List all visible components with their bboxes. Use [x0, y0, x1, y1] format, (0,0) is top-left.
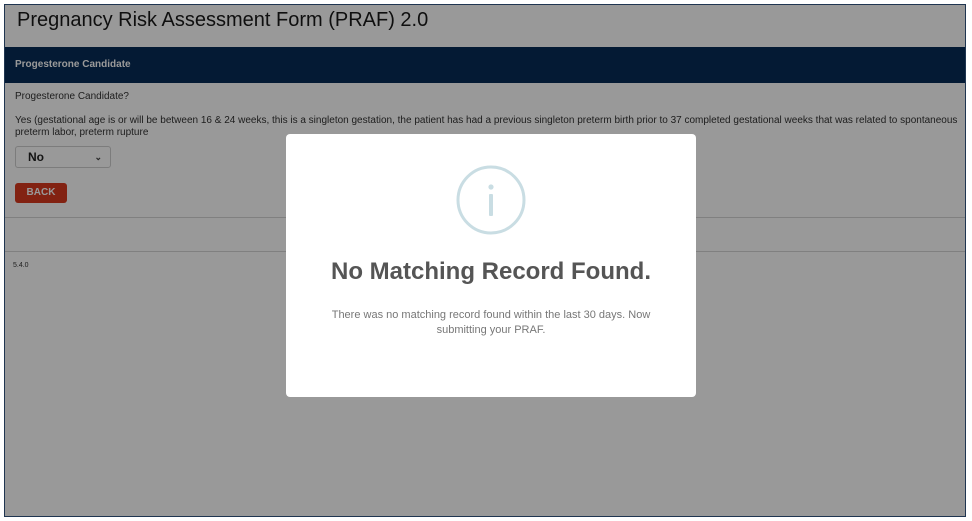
modal-title: No Matching Record Found. — [331, 258, 651, 285]
info-icon — [456, 165, 526, 235]
no-record-modal: No Matching Record Found. There was no m… — [286, 134, 696, 397]
app-window: Pregnancy Risk Assessment Form (PRAF) 2.… — [4, 4, 966, 517]
modal-message: There was no matching record found withi… — [331, 309, 651, 336]
